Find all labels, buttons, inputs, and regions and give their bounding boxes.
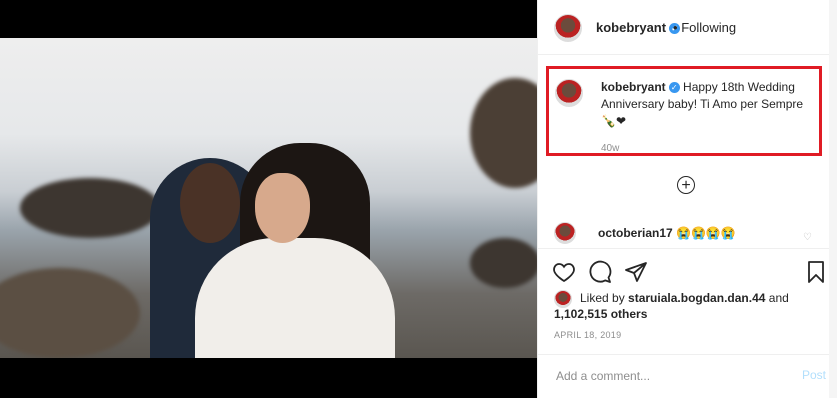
caption-avatar[interactable] bbox=[555, 79, 583, 107]
comment-body: 😭😭😭😭 bbox=[676, 226, 736, 240]
author-username[interactable]: kobebryant bbox=[596, 20, 666, 35]
share-icon[interactable] bbox=[624, 260, 648, 284]
woman-face bbox=[255, 173, 310, 243]
comment-item: octoberian17 😭😭😭😭 ♡ bbox=[554, 222, 824, 244]
verified-icon: ✓ bbox=[668, 82, 680, 93]
comment-like-icon[interactable]: ♡ bbox=[803, 232, 812, 243]
add-comment-input[interactable] bbox=[554, 368, 778, 384]
caption-text: kobebryant ✓ Happy 18th Wedding Anniversa… bbox=[601, 79, 821, 130]
post-header: kobebryant ✓ • Following bbox=[538, 0, 837, 55]
post-date[interactable]: APRIL 18, 2019 bbox=[554, 330, 621, 340]
likes-count[interactable]: 1,102,515 others bbox=[554, 306, 789, 322]
caption-age[interactable]: 40w bbox=[601, 143, 619, 154]
scrollbar[interactable] bbox=[829, 0, 837, 398]
separator-dot: • bbox=[673, 20, 678, 35]
add-comment-bar: Post bbox=[538, 354, 837, 398]
commenter-username[interactable]: octoberian17 bbox=[598, 226, 673, 240]
man-head bbox=[180, 163, 240, 243]
caption-username[interactable]: kobebryant bbox=[601, 80, 666, 94]
post-button[interactable]: Post bbox=[802, 368, 826, 382]
author-avatar[interactable] bbox=[554, 14, 582, 42]
likes-summary: Liked by staruiala.bogdan.dan.44 and 1,1… bbox=[554, 290, 789, 322]
rock bbox=[470, 78, 537, 188]
author-name-wrap: kobebryant ✓ bbox=[596, 20, 681, 35]
heart-icon[interactable] bbox=[552, 260, 576, 284]
liker-avatar[interactable] bbox=[554, 290, 572, 308]
caption-highlight-box: kobebryant ✓ Happy 18th Wedding Anniversa… bbox=[546, 66, 822, 156]
load-more-comments-icon[interactable]: + bbox=[677, 176, 695, 194]
follow-status: • Following bbox=[673, 20, 736, 35]
rock bbox=[20, 178, 160, 238]
bookmark-icon[interactable] bbox=[804, 260, 828, 284]
rock bbox=[0, 268, 140, 358]
comment-text-wrap: octoberian17 😭😭😭😭 bbox=[598, 226, 736, 240]
post-photo[interactable] bbox=[0, 38, 537, 358]
post-side-panel: kobebryant ✓ • Following kobebryant ✓ Happ… bbox=[537, 0, 837, 398]
comment-icon[interactable] bbox=[588, 260, 612, 284]
following-button[interactable]: Following bbox=[681, 20, 736, 35]
commenter-avatar[interactable] bbox=[554, 222, 576, 244]
rock bbox=[470, 238, 537, 288]
caption-emojis: 🍾❤ bbox=[601, 114, 626, 128]
photo-pane bbox=[0, 0, 537, 398]
likes-text: Liked by staruiala.bogdan.dan.44 and bbox=[580, 290, 789, 306]
liked-by-and: and bbox=[768, 291, 789, 305]
woman-sweater bbox=[195, 238, 395, 358]
liker-username[interactable]: staruiala.bogdan.dan.44 bbox=[628, 291, 765, 305]
divider bbox=[538, 248, 837, 249]
liked-by-prefix: Liked by bbox=[580, 291, 625, 305]
action-bar bbox=[552, 260, 828, 286]
